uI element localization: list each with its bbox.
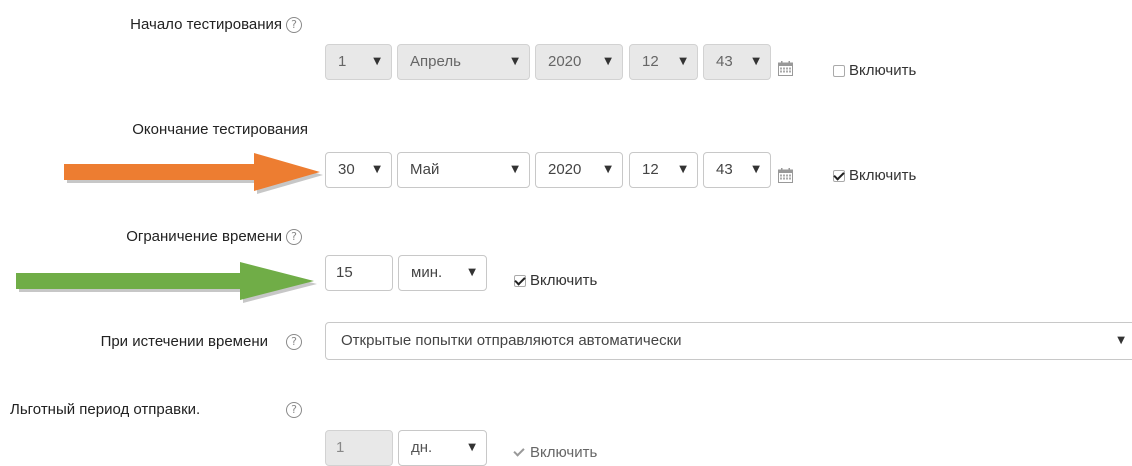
end-year-select[interactable]: 2020 ▼ <box>535 152 623 188</box>
time-limit-input[interactable]: 15 <box>325 255 393 291</box>
end-label: Окончание тестирования <box>132 121 308 138</box>
caret-down-icon: ▼ <box>752 164 760 175</box>
end-enable-checkbox[interactable]: Включить <box>833 167 916 184</box>
grace-unit-value: дн. <box>411 439 433 456</box>
time-limit-label: Ограничение времени <box>126 228 282 245</box>
end-day-select[interactable]: 30 ▼ <box>325 152 392 188</box>
help-icon[interactable]: ? <box>286 334 302 350</box>
start-day-select: 1 ▼ <box>325 44 392 80</box>
caret-down-icon: ▼ <box>373 164 381 175</box>
time-limit-unit-select[interactable]: мин. ▼ <box>398 255 487 291</box>
start-label: Начало тестирования <box>130 16 282 33</box>
start-minute-value: 43 <box>716 53 733 70</box>
end-hour-select[interactable]: 12 ▼ <box>629 152 698 188</box>
end-hour-value: 12 <box>642 161 659 178</box>
grace-enable-label: Включить <box>530 444 598 461</box>
caret-down-icon: ▼ <box>468 442 476 453</box>
start-year-value: 2020 <box>548 53 582 70</box>
green-arrow <box>16 262 317 303</box>
help-icon[interactable]: ? <box>286 229 302 245</box>
end-minute-select[interactable]: 43 ▼ <box>703 152 771 188</box>
checkbox-box[interactable] <box>514 274 526 287</box>
checkbox-box[interactable] <box>833 169 845 182</box>
caret-down-icon: ▼ <box>373 56 381 67</box>
calendar-icon[interactable] <box>778 168 793 183</box>
time-limit-enable-label: Включить <box>530 272 598 289</box>
checkbox-box[interactable] <box>833 64 845 77</box>
start-minute-select: 43 ▼ <box>703 44 771 80</box>
grace-enable-checkbox: Включить <box>514 444 597 461</box>
start-day-value: 1 <box>338 53 347 70</box>
time-limit-unit-value: мин. <box>411 264 443 281</box>
start-month-value: Апрель <box>410 53 461 70</box>
end-minute-value: 43 <box>716 161 733 178</box>
caret-down-icon: ▼ <box>679 56 687 67</box>
end-day-value: 30 <box>338 161 355 178</box>
start-hour-select: 12 ▼ <box>629 44 698 80</box>
end-enable-label: Включить <box>849 167 917 184</box>
start-month-select: Апрель ▼ <box>397 44 530 80</box>
caret-down-icon: ▼ <box>604 56 612 67</box>
caret-down-icon: ▼ <box>511 56 519 67</box>
caret-down-icon: ▼ <box>468 267 476 278</box>
on-expiry-label: При истечении времени <box>100 333 268 350</box>
caret-down-icon: ▼ <box>604 164 612 175</box>
caret-down-icon: ▼ <box>679 164 687 175</box>
start-enable-label: Включить <box>849 62 917 79</box>
time-limit-enable-checkbox[interactable]: Включить <box>514 272 597 289</box>
calendar-icon[interactable] <box>778 61 793 76</box>
on-expiry-value: Открытые попытки отправляются автоматиче… <box>341 332 682 349</box>
end-month-select[interactable]: Май ▼ <box>397 152 530 188</box>
on-expiry-select[interactable]: Открытые попытки отправляются автоматиче… <box>325 322 1132 360</box>
caret-down-icon: ▼ <box>1117 335 1125 346</box>
caret-down-icon: ▼ <box>752 56 760 67</box>
help-icon[interactable]: ? <box>286 402 302 418</box>
start-hour-value: 12 <box>642 53 659 70</box>
end-month-value: Май <box>410 161 440 178</box>
help-icon[interactable]: ? <box>286 17 302 33</box>
start-year-select: 2020 ▼ <box>535 44 623 80</box>
orange-arrow <box>64 153 323 194</box>
checkbox-box <box>514 447 526 459</box>
start-enable-checkbox[interactable]: Включить <box>833 62 916 79</box>
end-year-value: 2020 <box>548 161 582 178</box>
grace-label: Льготный период отправки. <box>10 401 201 418</box>
caret-down-icon: ▼ <box>511 164 519 175</box>
